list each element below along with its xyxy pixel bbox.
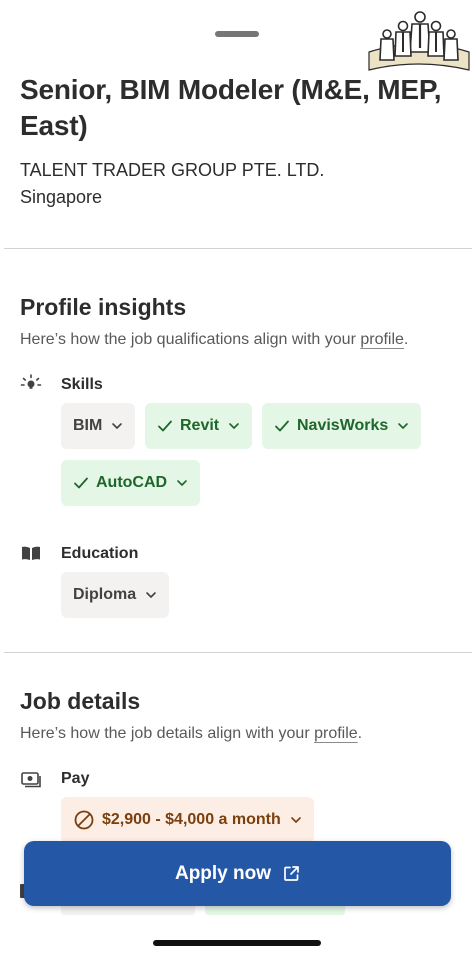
lightbulb-icon [20, 374, 42, 389]
profile-insights-subtitle: Here’s how the job qualifications align … [20, 329, 408, 351]
education-label: Education [61, 545, 139, 562]
chevron-down-icon [145, 591, 157, 599]
check-icon [274, 419, 290, 433]
chevron-down-icon [290, 816, 302, 824]
pay-label: Pay [61, 770, 90, 787]
divider [4, 652, 472, 653]
check-icon [73, 476, 89, 490]
skill-chip-autocad[interactable]: AutoCAD [61, 460, 201, 506]
skill-chip-label: Revit [180, 417, 220, 434]
job-details-subtitle-end: . [357, 725, 363, 742]
job-location: Singapore [20, 187, 103, 207]
company-name[interactable]: TALENT TRADER GROUP PTE. LTD. [20, 158, 324, 182]
prohibited-icon [73, 809, 95, 831]
skill-chip-navisworks[interactable]: NavisWorks [262, 403, 422, 449]
profile-insights-title: Profile insights [20, 294, 187, 320]
check-icon [157, 419, 173, 433]
bottom-safe-area [0, 915, 474, 957]
job-details-title: Job details [20, 688, 141, 714]
apply-now-button[interactable]: Apply now [24, 841, 451, 906]
chevron-down-icon [111, 422, 123, 430]
skill-chip-revit[interactable]: Revit [145, 403, 253, 449]
chevron-down-icon [176, 479, 188, 487]
skill-chip-label: NavisWorks [297, 417, 389, 434]
education-chip-label: Diploma [73, 586, 137, 603]
skill-chip-bim[interactable]: BIM [61, 403, 136, 449]
skill-chip-label: BIM [73, 417, 103, 434]
job-title: Senior, BIM Modeler (M&E, MEP, East) [20, 74, 442, 141]
book-icon [22, 546, 40, 560]
job-details-subtitle: Here’s how the job details align with yo… [20, 723, 362, 745]
company-logo [363, 8, 474, 78]
profile-link[interactable]: profile [314, 725, 358, 742]
divider [4, 248, 472, 249]
chevron-down-icon [397, 422, 409, 430]
profile-link[interactable]: profile [360, 331, 404, 348]
home-indicator[interactable] [153, 940, 321, 946]
sheet-grabber[interactable] [215, 31, 259, 37]
pay-chip[interactable]: $2,900 - $4,000 a month [61, 797, 314, 843]
chevron-down-icon [228, 422, 240, 430]
job-detail-sheet: Senior, BIM Modeler (M&E, MEP, East) TAL… [0, 0, 474, 957]
skill-chip-label: AutoCAD [96, 474, 168, 491]
external-link-icon [283, 865, 300, 882]
money-icon [21, 772, 41, 788]
profile-insights-subtitle-end: . [403, 331, 409, 348]
profile-insights-subtitle-text: Here’s how the job qualifications align … [20, 331, 361, 348]
skills-label: Skills [61, 376, 103, 393]
job-details-subtitle-text: Here’s how the job details align with yo… [20, 725, 315, 742]
pay-chip-label: $2,900 - $4,000 a month [102, 811, 281, 828]
apply-now-label: Apply now [174, 862, 272, 884]
education-chip-diploma[interactable]: Diploma [61, 572, 170, 618]
